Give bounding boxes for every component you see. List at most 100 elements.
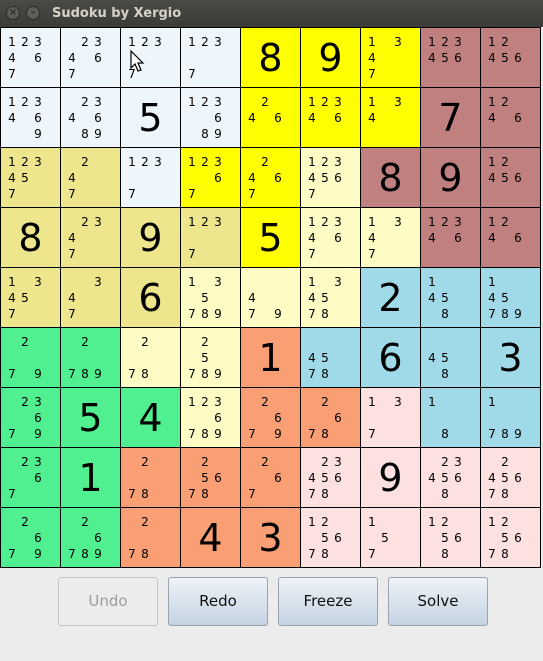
sudoku-cell[interactable]: 8 (1, 208, 61, 268)
sudoku-cell[interactable]: 45 8 (421, 328, 481, 388)
sudoku-cell[interactable]: 123 4 6 (301, 88, 361, 148)
sudoku-cell[interactable]: 2 78 (121, 328, 181, 388)
sudoku-cell[interactable]: 1 (241, 328, 301, 388)
sudoku-cell[interactable]: 23 456 78 (301, 448, 361, 508)
sudoku-cell[interactable]: 1 45 8 (421, 268, 481, 328)
sudoku-cell[interactable]: 5 (61, 388, 121, 448)
candidate-digit (66, 530, 78, 546)
sudoku-cell[interactable]: 2 78 (121, 448, 181, 508)
sudoku-cell[interactable]: 2 7 9 (1, 328, 61, 388)
sudoku-cell[interactable]: 123 7 (181, 208, 241, 268)
sudoku-cell[interactable]: 4 (181, 508, 241, 568)
sudoku-cell[interactable]: 157 (361, 508, 421, 568)
undo-button[interactable]: Undo (58, 577, 158, 626)
sudoku-cell[interactable]: 2 56 78 (181, 448, 241, 508)
sudoku-cell[interactable]: 12 56 78 (481, 508, 541, 568)
sudoku-cell[interactable]: 123 4 6 7 (1, 28, 61, 88)
sudoku-cell[interactable]: 6 (361, 328, 421, 388)
sudoku-cell[interactable]: 1789 (481, 388, 541, 448)
redo-button[interactable]: Redo (168, 577, 268, 626)
sudoku-cell[interactable]: 18 (421, 388, 481, 448)
candidate-digit: 4 (308, 471, 316, 485)
candidate-digit: 3 (394, 395, 402, 409)
sudoku-cell[interactable]: 1 35789 (181, 268, 241, 328)
sudoku-cell[interactable]: 2456 78 (481, 448, 541, 508)
sudoku-cell[interactable]: 12456 (481, 148, 541, 208)
sudoku-cell[interactable]: 2 78 (121, 508, 181, 568)
sudoku-cell[interactable]: 12 56 78 (301, 508, 361, 568)
sudoku-cell[interactable]: 9 (121, 208, 181, 268)
candidate-digit (379, 546, 391, 562)
sudoku-cell[interactable]: 123 456 7 (301, 148, 361, 208)
candidate-digit: 3 (34, 95, 42, 109)
sudoku-cell[interactable]: 2 5789 (181, 328, 241, 388)
sudoku-cell[interactable]: 24 7 (61, 148, 121, 208)
candidate-notes: 4 7 9 (246, 274, 296, 322)
sudoku-cell[interactable]: 4 (121, 388, 181, 448)
sudoku-cell[interactable]: 8 (361, 148, 421, 208)
sudoku-cell[interactable]: 1 3 4 7 (361, 208, 421, 268)
sudoku-cell[interactable]: 9 (361, 448, 421, 508)
candidate-digit: 2 (201, 335, 209, 349)
sudoku-cell[interactable]: 123 456 (421, 28, 481, 88)
candidate-digit (332, 186, 344, 202)
candidate-digit (79, 110, 91, 126)
sudoku-cell[interactable]: 1 (61, 448, 121, 508)
sudoku-cell[interactable]: 123 4 6 7 (301, 208, 361, 268)
sudoku-cell[interactable]: 26 789 (61, 508, 121, 568)
candidate-digit: 6 (214, 111, 222, 125)
sudoku-cell[interactable]: 123 6 7 (181, 148, 241, 208)
sudoku-cell[interactable]: 4 7 9 (241, 268, 301, 328)
sudoku-cell[interactable]: 124 6 (481, 208, 541, 268)
sudoku-cell[interactable]: 123 7 (121, 148, 181, 208)
sudoku-cell[interactable]: 26 7 9 (241, 388, 301, 448)
sudoku-cell[interactable]: 3 (481, 328, 541, 388)
sudoku-cell[interactable]: 23 4 689 (61, 88, 121, 148)
sudoku-cell[interactable]: 123 4 6 (421, 208, 481, 268)
minimize-window-button[interactable]: – (26, 6, 40, 20)
sudoku-cell[interactable]: 124 6 (481, 88, 541, 148)
sudoku-cell[interactable]: 23 6 7 9 (1, 388, 61, 448)
sudoku-cell[interactable]: 4578 (301, 328, 361, 388)
candidate-digit (426, 546, 438, 562)
sudoku-cell[interactable]: 9 (301, 28, 361, 88)
sudoku-cell[interactable]: 26 7 (241, 448, 301, 508)
sudoku-cell[interactable]: 23 4 6 7 (61, 28, 121, 88)
freeze-button[interactable]: Freeze (278, 577, 378, 626)
sudoku-cell[interactable]: 12 568 (421, 508, 481, 568)
sudoku-cell[interactable]: 123 689 (181, 88, 241, 148)
sudoku-cell[interactable]: 12456 (481, 28, 541, 88)
sudoku-cell[interactable]: 5 (121, 88, 181, 148)
sudoku-cell[interactable]: 1 45789 (481, 268, 541, 328)
sudoku-cell[interactable]: 8 (241, 28, 301, 88)
sudoku-cell[interactable]: 123 7 (181, 28, 241, 88)
sudoku-cell[interactable]: 123 457 (1, 148, 61, 208)
close-window-button[interactable]: × (6, 6, 20, 20)
sudoku-cell[interactable]: 1 3 457 (1, 268, 61, 328)
sudoku-cell[interactable]: 3 (241, 508, 301, 568)
candidate-digit (139, 170, 151, 186)
sudoku-cell[interactable]: 23 4 7 (61, 208, 121, 268)
sudoku-cell[interactable]: 2 789 (61, 328, 121, 388)
sudoku-cell[interactable]: 6 (121, 268, 181, 328)
sudoku-cell[interactable]: 123 6 789 (181, 388, 241, 448)
sudoku-cell[interactable]: 7 (421, 88, 481, 148)
sudoku-cell[interactable]: 26 7 9 (1, 508, 61, 568)
sudoku-cell[interactable]: 23 6 7 (1, 448, 61, 508)
sudoku-cell[interactable]: 1 3 4 7 (361, 28, 421, 88)
sudoku-cell[interactable]: 1 3 4578 (301, 268, 361, 328)
sudoku-cell[interactable]: 2 (361, 268, 421, 328)
sudoku-cell[interactable]: 24 6 (241, 88, 301, 148)
candidate-digit: 9 (34, 127, 42, 141)
sudoku-cell[interactable]: 1 3 4 (361, 88, 421, 148)
sudoku-cell[interactable]: 9 (421, 148, 481, 208)
sudoku-cell[interactable]: 3 4 7 (61, 268, 121, 328)
sudoku-cell[interactable]: 123 4 6 9 (1, 88, 61, 148)
sudoku-cell[interactable]: 23 4568 (421, 448, 481, 508)
sudoku-cell[interactable]: 24 6 7 (241, 148, 301, 208)
sudoku-cell[interactable]: 1 3 7 (361, 388, 421, 448)
sudoku-cell[interactable]: 5 (241, 208, 301, 268)
candidate-digit (452, 290, 464, 306)
sudoku-cell[interactable]: 26 78 (301, 388, 361, 448)
solve-button[interactable]: Solve (388, 577, 488, 626)
